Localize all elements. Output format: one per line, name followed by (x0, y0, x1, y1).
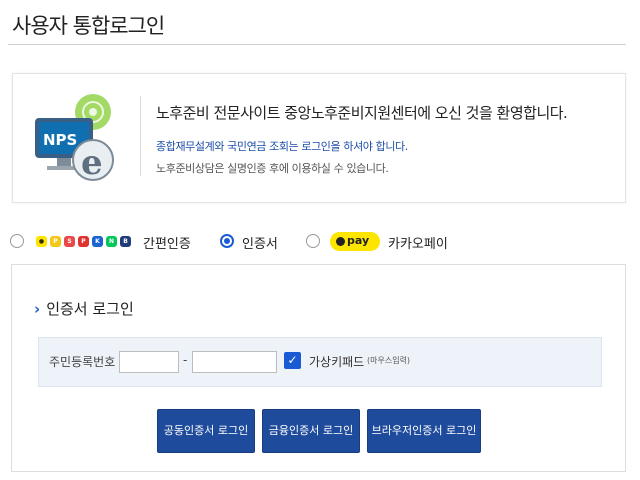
virtual-keypad-checkbox[interactable]: ✓ (284, 352, 301, 369)
ssn-form: 주민등록번호 - ✓ 가상키패드 (마우스입력) (38, 337, 602, 387)
joint-cert-login-button[interactable]: 공동인증서 로그인 (157, 409, 255, 453)
realname-notice: 노후준비상담은 실명인증 후에 이용하실 수 있습니다. (156, 162, 389, 175)
cert-login-panel: › 인증서 로그인 주민등록번호 - ✓ 가상키패드 (마우스입력) 공동인증서 … (11, 264, 626, 472)
e-icon: e (81, 143, 103, 183)
finance-cert-login-button[interactable]: 금융인증서 로그인 (262, 409, 360, 453)
radio-certificate[interactable] (220, 234, 234, 248)
ssn-label: 주민등록번호 (49, 355, 116, 369)
logo-text: NPS (43, 131, 77, 149)
login-required-notice: 종합재무설계와 국민연금 조회는 로그인을 하셔야 합니다. (156, 140, 408, 153)
monitor-stand (57, 158, 71, 166)
bank-icon: B (120, 236, 131, 247)
section-title: › 인증서 로그인 (34, 298, 134, 319)
page-title: 사용자 통합로그인 (12, 14, 165, 38)
kb-icon: K (92, 236, 103, 247)
welcome-divider (140, 96, 141, 176)
ssn-dash: - (183, 353, 188, 367)
virtual-keypad-hint: (마우스입력) (367, 356, 411, 365)
naver-icon: N (106, 236, 117, 247)
kakao-pay-label[interactable]: 카카오페이 (388, 233, 448, 252)
pass-icon: P (78, 236, 89, 247)
chevron-right-icon: › (34, 300, 41, 318)
title-divider (8, 44, 626, 45)
login-method-options: ● P S P K N B 간편인증 인증서 pay 카카오페이 (10, 231, 630, 255)
virtual-keypad-label[interactable]: 가상키패드 (309, 353, 364, 370)
certificate-label[interactable]: 인증서 (242, 233, 278, 252)
welcome-box: NPS e 노후준비 전문사이트 중앙노후준비지원센터에 오신 것을 환영합니다… (12, 73, 626, 203)
kakao-pay-coin-icon (336, 237, 345, 246)
ssn-front-input[interactable] (119, 351, 179, 373)
browser-cert-login-button[interactable]: 브라우저인증서 로그인 (367, 409, 481, 453)
samsung-pass-icon: S (64, 236, 75, 247)
welcome-headline: 노후준비 전문사이트 중앙노후준비지원센터에 오신 것을 환영합니다. (156, 104, 568, 122)
nps-logo: NPS e (35, 94, 114, 183)
radio-simple-auth[interactable] (10, 234, 24, 248)
kakao-pay-text: pay (347, 234, 370, 247)
ssn-back-input[interactable] (192, 351, 277, 373)
radio-kakao-pay[interactable] (306, 234, 320, 248)
section-title-text: 인증서 로그인 (46, 300, 134, 318)
simple-auth-label[interactable]: 간편인증 (143, 233, 191, 252)
payco-icon: P (50, 236, 61, 247)
logo-swirl-core (89, 108, 97, 116)
kakao-pay-badge: pay (330, 232, 380, 251)
kakao-icon: ● (36, 236, 47, 247)
